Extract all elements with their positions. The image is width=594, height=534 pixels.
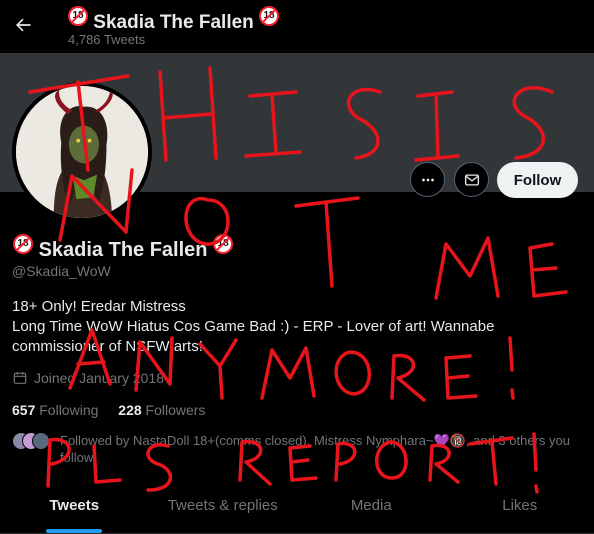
- tab-media[interactable]: Media: [297, 478, 446, 533]
- follow-button[interactable]: Follow: [497, 162, 578, 198]
- page-title: 18 Skadia The Fallen 18: [68, 6, 280, 34]
- adult-badge-icon: 18: [259, 6, 280, 26]
- adult-badge-icon: 18: [68, 6, 88, 26]
- bio-line: 18+ Only! Eredar Mistress: [12, 298, 186, 315]
- tweet-count: 4,786 Tweets: [68, 32, 146, 47]
- display-name: 18 Skadia The Fallen 18: [13, 234, 234, 262]
- tab-likes[interactable]: Likes: [446, 478, 594, 533]
- tab-label: Likes: [502, 497, 538, 514]
- display-name-text: Skadia The Fallen: [38, 239, 208, 261]
- tab-label: Tweets & replies: [167, 497, 278, 514]
- mutual-avatars: [12, 432, 56, 452]
- followers-count: 228: [118, 402, 142, 418]
- more-button[interactable]: [410, 162, 445, 197]
- tab-tweets[interactable]: Tweets: [0, 478, 149, 533]
- page-title-text: Skadia The Fallen: [93, 12, 254, 33]
- top-bar: 18 Skadia The Fallen 18 4,786 Tweets: [0, 0, 594, 53]
- avatar-image: [16, 86, 148, 218]
- join-date-text: Joined January 2018: [34, 370, 164, 386]
- following-label: Following: [39, 402, 99, 418]
- arrow-left-icon: [16, 18, 31, 32]
- calendar-icon: [13, 372, 27, 384]
- bio-line: Long Time WoW Hiatus Cos Game Bad :) - E…: [12, 318, 495, 335]
- followers-link[interactable]: 228 Followers: [118, 402, 205, 418]
- join-date: Joined January 2018: [12, 370, 164, 386]
- followed-by-text: Followed by NastaDoll 18+(comms closed),…: [60, 433, 570, 465]
- avatar[interactable]: [12, 82, 152, 222]
- more-dots-icon: [421, 178, 434, 181]
- profile-bio: 18+ Only! Eredar Mistress Long Time WoW …: [12, 297, 572, 357]
- profile-tabs: Tweets Tweets & replies Media Likes: [0, 478, 594, 534]
- followers-label: Followers: [145, 402, 206, 418]
- envelope-icon: [464, 173, 479, 186]
- adult-badge-icon: 18: [13, 234, 33, 254]
- message-button[interactable]: [454, 162, 489, 197]
- tab-tweets-replies[interactable]: Tweets & replies: [149, 478, 298, 533]
- adult-badge-icon: 18: [213, 234, 234, 254]
- follow-stats: 657 Following 228 Followers: [12, 402, 221, 418]
- user-handle: @Skadia_WoW: [12, 263, 111, 279]
- following-link[interactable]: 657 Following: [12, 402, 98, 418]
- active-tab-indicator: [46, 529, 103, 533]
- tab-label: Media: [350, 497, 392, 514]
- back-button[interactable]: [6, 8, 40, 42]
- bio-line: commissioner of NSFW arts!: [12, 338, 203, 355]
- tab-label: Tweets: [49, 497, 100, 514]
- mutual-avatar: [32, 432, 50, 450]
- following-count: 657: [12, 402, 36, 418]
